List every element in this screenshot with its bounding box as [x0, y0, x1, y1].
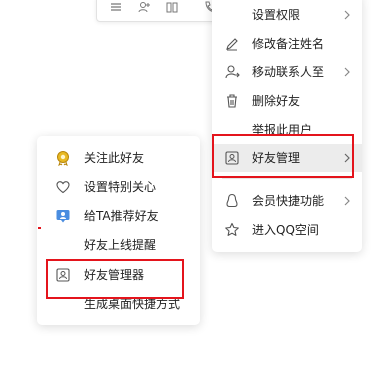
trash-icon	[224, 93, 240, 109]
menu-item-friend-management[interactable]: 好友管理	[212, 144, 362, 172]
menu-item-label: 进入QQ空间	[252, 223, 319, 237]
recommend-friend-icon	[55, 208, 71, 224]
menu-item-move-contact[interactable]: 移动联系人至	[212, 58, 362, 86]
menu-item-member-shortcuts[interactable]: 会员快捷功能	[212, 187, 362, 215]
chevron-right-icon	[342, 152, 352, 164]
submenu-item-label: 好友管理器	[84, 268, 145, 282]
submenu-item-label: 设置特别关心	[84, 180, 157, 194]
submenu-item-recommend[interactable]: 给TA推荐好友	[37, 202, 200, 230]
chevron-right-icon	[342, 195, 352, 207]
menu-item-label: 会员快捷功能	[252, 194, 325, 208]
move-contact-icon	[224, 64, 240, 80]
menu-item-label: 移动联系人至	[252, 65, 325, 79]
group-icon[interactable]	[165, 0, 179, 13]
contact-card-icon	[55, 267, 71, 283]
add-contact-icon[interactable]	[137, 0, 151, 13]
star-icon	[224, 222, 240, 238]
menu-item-permissions[interactable]: 设置权限	[212, 1, 362, 29]
menu-item-report-user[interactable]: 举报此用户	[212, 116, 362, 144]
submenu-item-online-alert[interactable]: 好友上线提醒	[37, 231, 200, 259]
submenu-item-follow[interactable]: 关注此好友	[37, 144, 200, 172]
submenu-item-label: 关注此好友	[84, 151, 145, 165]
chevron-right-icon	[342, 66, 352, 78]
annotation-mark	[38, 227, 41, 229]
menu-item-label: 好友管理	[252, 151, 301, 165]
menu-item-label: 设置权限	[252, 8, 301, 22]
heart-icon	[55, 179, 71, 195]
submenu-item-special-care[interactable]: 设置特别关心	[37, 173, 200, 201]
menu-item-label: 举报此用户	[252, 123, 313, 137]
submenu-item-label: 给TA推荐好友	[84, 209, 159, 223]
menu-icon[interactable]	[109, 0, 123, 13]
submenu-item-label: 生成桌面快捷方式	[84, 297, 181, 311]
follow-badge-icon	[55, 150, 71, 166]
menu-divider	[222, 178, 352, 179]
edit-icon	[224, 36, 240, 52]
menu-item-label: 删除好友	[252, 94, 301, 108]
menu-item-label: 修改备注姓名	[252, 37, 325, 51]
menu-item-qzone[interactable]: 进入QQ空间	[212, 216, 362, 244]
submenu-item-friend-manager[interactable]: 好友管理器	[37, 261, 200, 289]
contact-context-menu: 设置权限 修改备注姓名 移动联系人至 删除好友 举报此用户 好友管理 会员快捷功…	[212, 0, 362, 252]
qq-penguin-icon	[224, 193, 240, 209]
submenu-item-label: 好友上线提醒	[84, 238, 157, 252]
friend-management-submenu: 关注此好友 设置特别关心 给TA推荐好友 好友上线提醒 好友管理器 生成桌面快捷…	[37, 136, 200, 325]
menu-item-delete-friend[interactable]: 删除好友	[212, 87, 362, 115]
submenu-item-desktop-shortcut[interactable]: 生成桌面快捷方式	[37, 290, 200, 318]
chevron-right-icon	[342, 9, 352, 21]
menu-item-edit-remark[interactable]: 修改备注姓名	[212, 30, 362, 58]
contact-card-icon	[224, 150, 240, 166]
